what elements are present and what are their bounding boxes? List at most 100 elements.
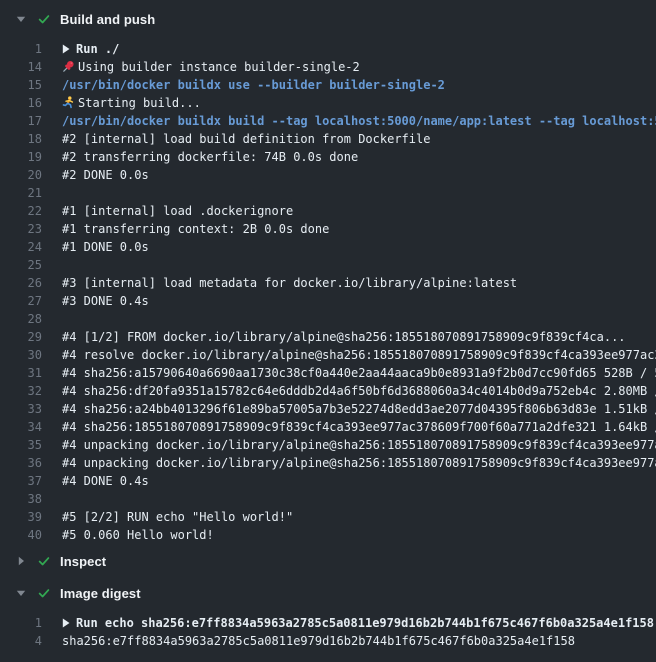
line-number[interactable]: 20 [0, 166, 42, 184]
log-line: 14 Using builder instance builder-single-… [0, 58, 656, 76]
line-number[interactable]: 22 [0, 202, 42, 220]
workflow-log-viewer: Build and push1Run ./14Using builder ins… [0, 4, 656, 650]
line-number[interactable]: 15 [0, 76, 42, 94]
log-line: 37 #4 DONE 0.4s [0, 472, 656, 490]
line-number[interactable]: 25 [0, 256, 42, 274]
log-text: #4 sha256:185518070891758909c9f839cf4ca3… [62, 420, 656, 434]
pushpin-icon [62, 60, 75, 73]
log-text: #5 0.060 Hello world! [62, 528, 214, 542]
log-line: 22 #1 [internal] load .dockerignore [0, 202, 656, 220]
line-number[interactable]: 31 [0, 364, 42, 382]
section-body-build-and-push: 1 Run ./ 14 Using builder instance builder-… [0, 40, 656, 544]
log-line-text: #5 [2/2] RUN echo "Hello world!" [62, 508, 293, 526]
log-line-text: #4 sha256:185518070891758909c9f839cf4ca3… [62, 418, 656, 436]
log-text: Starting build... [78, 96, 201, 110]
chevron-down-icon[interactable] [16, 588, 26, 598]
line-number[interactable]: 29 [0, 328, 42, 346]
line-number[interactable]: 14 [0, 58, 42, 76]
log-text: Run ./ [76, 42, 119, 56]
log-text: #5 [2/2] RUN echo "Hello world!" [62, 510, 293, 524]
line-number[interactable]: 21 [0, 184, 42, 202]
chevron-right-icon[interactable] [16, 556, 26, 566]
log-text: /usr/bin/docker buildx use --builder bui… [62, 78, 445, 92]
line-number[interactable]: 19 [0, 148, 42, 166]
log-text: #1 transferring context: 2B 0.0s done [62, 222, 329, 236]
log-line: 34 #4 sha256:185518070891758909c9f839cf4c… [0, 418, 656, 436]
line-number[interactable]: 32 [0, 382, 42, 400]
log-line-text: #4 sha256:df20fa9351a15782c64e6dddb2d4a6… [62, 382, 656, 400]
log-text: #2 [internal] load build definition from… [62, 132, 430, 146]
section-title: Inspect [60, 554, 106, 569]
log-text: #1 [internal] load .dockerignore [62, 204, 293, 218]
log-line: 19 #2 transferring dockerfile: 74B 0.0s d… [0, 148, 656, 166]
log-line-text: #1 DONE 0.0s [62, 238, 149, 256]
run-group-line[interactable]: Run ./ [62, 40, 119, 58]
log-line-text: #3 [internal] load metadata for docker.i… [62, 274, 517, 292]
line-number[interactable]: 39 [0, 508, 42, 526]
log-line: 17/usr/bin/docker buildx build --tag loc… [0, 112, 656, 130]
log-text: #4 [1/2] FROM docker.io/library/alpine@s… [62, 330, 626, 344]
log-line-text: #4 sha256:a15790640a6690aa1730c38cf0a440… [62, 364, 656, 382]
section-header-image-digest[interactable]: Image digest [0, 578, 656, 608]
section-header-build-and-push[interactable]: Build and push [0, 4, 656, 34]
line-number[interactable]: 4 [0, 632, 42, 650]
log-line-text: #1 [internal] load .dockerignore [62, 202, 293, 220]
log-line-text: #4 sha256:a24bb4013296f61e89ba57005a7b3e… [62, 400, 656, 418]
line-number[interactable]: 33 [0, 400, 42, 418]
line-number[interactable]: 1 [0, 614, 42, 632]
line-number[interactable]: 36 [0, 454, 42, 472]
log-text: /usr/bin/docker buildx build --tag local… [62, 114, 656, 128]
log-line-text: #3 DONE 0.4s [62, 292, 149, 310]
log-line: 32 #4 sha256:df20fa9351a15782c64e6dddb2d4… [0, 382, 656, 400]
line-number[interactable]: 26 [0, 274, 42, 292]
log-line-text: sha256:e7ff8834a5963a2785c5a0811e979d16b… [62, 632, 575, 650]
log-line: 26 #3 [internal] load metadata for docker… [0, 274, 656, 292]
log-text: #4 sha256:a15790640a6690aa1730c38cf0a440… [62, 366, 656, 380]
line-number[interactable]: 18 [0, 130, 42, 148]
line-number[interactable]: 30 [0, 346, 42, 364]
line-number[interactable]: 38 [0, 490, 42, 508]
run-group-line[interactable]: Run echo sha256:e7ff8834a5963a2785c5a081… [62, 614, 654, 632]
log-line-text: #2 transferring dockerfile: 74B 0.0s don… [62, 148, 358, 166]
chevron-down-icon[interactable] [16, 14, 26, 24]
log-line-text: /usr/bin/docker buildx build --tag local… [62, 112, 656, 130]
line-number[interactable]: 17 [0, 112, 42, 130]
expand-arrow-icon[interactable] [62, 618, 70, 628]
log-line: 38 [0, 490, 656, 508]
log-line: 21 [0, 184, 656, 202]
log-text: #4 sha256:df20fa9351a15782c64e6dddb2d4a6… [62, 384, 656, 398]
check-icon [36, 553, 52, 569]
log-text: #2 transferring dockerfile: 74B 0.0s don… [62, 150, 358, 164]
section-body-image-digest: 1 Run echo sha256:e7ff8834a5963a2785c5a08… [0, 614, 656, 650]
log-line-text: Using builder instance builder-single-2 [62, 58, 360, 76]
log-line-text: #4 resolve docker.io/library/alpine@sha2… [62, 346, 656, 364]
log-text: sha256:e7ff8834a5963a2785c5a0811e979d16b… [62, 634, 575, 648]
line-number[interactable]: 37 [0, 472, 42, 490]
log-text: #3 DONE 0.4s [62, 294, 149, 308]
line-number[interactable]: 23 [0, 220, 42, 238]
expand-arrow-icon[interactable] [62, 44, 70, 54]
log-line-text: /usr/bin/docker buildx use --builder bui… [62, 76, 445, 94]
line-number[interactable]: 24 [0, 238, 42, 256]
log-line: 40 #5 0.060 Hello world! [0, 526, 656, 544]
log-line-text: #4 unpacking docker.io/library/alpine@sh… [62, 436, 656, 454]
log-line: 1 Run ./ [0, 40, 656, 58]
line-number[interactable]: 40 [0, 526, 42, 544]
log-line: 16 Starting build... [0, 94, 656, 112]
log-text: #4 sha256:a24bb4013296f61e89ba57005a7b3e… [62, 402, 656, 416]
line-number[interactable]: 27 [0, 292, 42, 310]
line-number[interactable]: 28 [0, 310, 42, 328]
line-number[interactable]: 16 [0, 94, 42, 112]
log-line: 39 #5 [2/2] RUN echo "Hello world!" [0, 508, 656, 526]
log-text: Using builder instance builder-single-2 [78, 60, 360, 74]
section-header-inspect[interactable]: Inspect [0, 546, 656, 576]
section-title: Build and push [60, 12, 155, 27]
log-line-text: Starting build... [62, 94, 201, 112]
log-text: #4 unpacking docker.io/library/alpine@sh… [62, 438, 656, 452]
log-line-text: #2 DONE 0.0s [62, 166, 149, 184]
log-text: #4 DONE 0.4s [62, 474, 149, 488]
log-line-text: #2 [internal] load build definition from… [62, 130, 430, 148]
line-number[interactable]: 1 [0, 40, 42, 58]
line-number[interactable]: 34 [0, 418, 42, 436]
line-number[interactable]: 35 [0, 436, 42, 454]
